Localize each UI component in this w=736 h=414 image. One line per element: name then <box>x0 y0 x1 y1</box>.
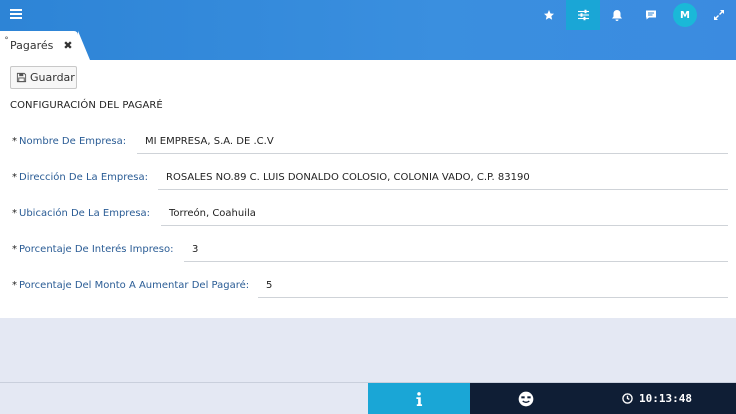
save-button-label: Guardar <box>30 71 75 84</box>
required-mark: * <box>12 172 17 183</box>
required-mark: * <box>12 136 17 147</box>
clock-icon <box>622 393 633 404</box>
top-icons: M <box>532 0 736 30</box>
nombre-empresa-field[interactable]: MI EMPRESA, S.A. DE .C.V <box>137 128 728 154</box>
avatar[interactable]: M <box>668 0 702 30</box>
save-button[interactable]: Guardar <box>10 66 77 89</box>
field-label: Ubicación De La Empresa: <box>19 208 151 219</box>
expand-icon[interactable] <box>702 0 736 30</box>
star-icon[interactable] <box>532 0 566 30</box>
close-icon[interactable]: ✖ <box>63 39 72 52</box>
info-button[interactable] <box>368 383 470 414</box>
field-label: Nombre De Empresa: <box>19 136 127 147</box>
required-mark: * <box>12 244 17 255</box>
menu-icon[interactable] <box>10 9 26 23</box>
field-label: Dirección De La Empresa: <box>19 172 148 183</box>
required-mark: * <box>12 280 17 291</box>
tab-label: Pagarés <box>10 39 54 52</box>
face-icon <box>518 391 534 407</box>
bell-icon[interactable] <box>600 0 634 30</box>
info-icon <box>416 392 423 406</box>
porcentaje-monto-field[interactable]: 5 <box>258 272 728 298</box>
tab-indicator-icon: ˚ <box>4 37 9 48</box>
avatar-initial: M <box>673 3 697 27</box>
clock-time: 10:13:48 <box>639 392 692 405</box>
section-title: CONFIGURACIÓN DEL PAGARÉ <box>10 100 163 111</box>
save-icon <box>16 72 27 83</box>
ubicacion-empresa-field[interactable]: Torreón, Coahuila <box>161 200 728 226</box>
field-label: Porcentaje De Interés Impreso: <box>19 244 174 255</box>
required-mark: * <box>12 208 17 219</box>
bottom-bar: 10:13:48 <box>0 382 736 414</box>
sliders-icon[interactable] <box>566 0 600 30</box>
chat-icon[interactable] <box>634 0 668 30</box>
top-bar: M ˚ Pagarés ✖ <box>0 0 736 60</box>
porcentaje-interes-field[interactable]: 3 <box>184 236 728 262</box>
tab-pagares[interactable]: ˚ Pagarés ✖ <box>0 31 90 60</box>
face-button[interactable] <box>470 383 582 414</box>
content-panel: Guardar CONFIGURACIÓN DEL PAGARÉ * Nombre… <box>0 60 736 318</box>
clock: 10:13:48 <box>622 392 692 405</box>
status-area: 10:13:48 <box>470 383 736 414</box>
direccion-empresa-field[interactable]: ROSALES NO.89 C. LUIS DONALDO COLOSIO, C… <box>158 164 728 190</box>
field-label: Porcentaje Del Monto A Aumentar Del Paga… <box>19 280 250 291</box>
